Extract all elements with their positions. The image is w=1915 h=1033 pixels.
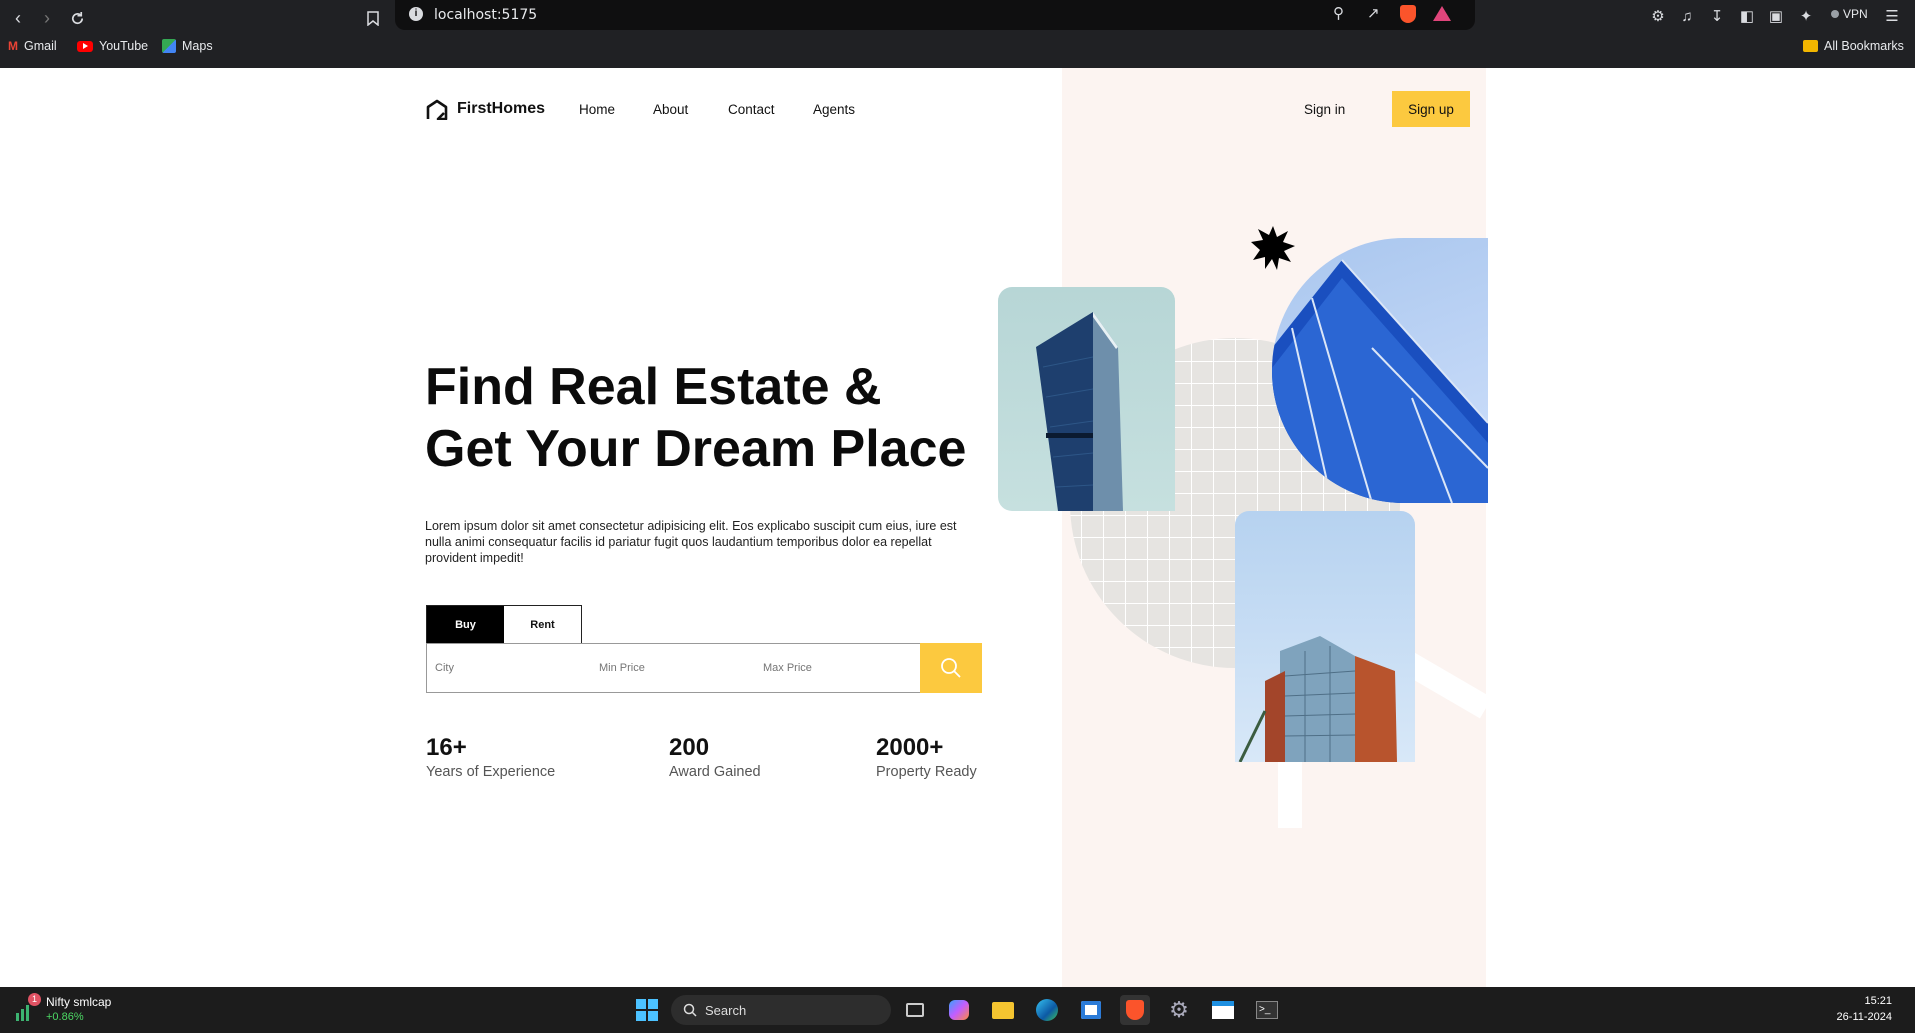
zoom-icon[interactable]: ⚲ — [1333, 4, 1344, 22]
app-window-icon[interactable] — [1208, 995, 1238, 1025]
building-photo-brick — [1235, 511, 1415, 762]
sign-in-link[interactable]: Sign in — [1304, 102, 1345, 117]
brave-taskbar-icon[interactable] — [1120, 995, 1150, 1025]
search-tabs: Buy Rent — [426, 605, 582, 643]
stat-value: 200 — [669, 734, 710, 761]
clock-time[interactable]: 15:21 — [1828, 995, 1892, 1007]
stat-value: 2000+ — [876, 734, 944, 761]
widget-title[interactable]: Nifty smlcap — [46, 995, 111, 1009]
extensions-icon[interactable]: ⚙ — [1646, 4, 1670, 28]
bookmark-maps[interactable]: Maps — [162, 39, 213, 53]
hero-headline: Find Real Estate & Get Your Dream Place — [425, 356, 1045, 480]
gmail-icon: M — [8, 39, 18, 53]
brave-rewards-icon[interactable] — [1433, 6, 1451, 21]
property-search-bar — [426, 643, 982, 693]
folder-icon — [1803, 40, 1818, 52]
max-price-input[interactable] — [755, 644, 919, 692]
url-text[interactable]: localhost:5175 — [434, 7, 537, 23]
search-icon — [683, 1003, 697, 1017]
share-icon[interactable]: ↗ — [1367, 4, 1380, 22]
bookmark-label: YouTube — [99, 39, 149, 53]
brand-name: FirstHomes — [457, 100, 546, 117]
search-icon — [941, 658, 961, 678]
site-info-icon[interactable]: i — [409, 7, 423, 21]
forward-icon[interactable]: › — [34, 5, 60, 31]
stat-value: 16+ — [426, 734, 467, 761]
bookmark-label: Gmail — [24, 39, 57, 53]
web-page: FirstHomes Home About Contact Agents Sig… — [0, 68, 1915, 987]
file-explorer-icon[interactable] — [988, 995, 1018, 1025]
windows-taskbar: 1 Nifty smlcap +0.86% Search ⚙ >_ 15:21 … — [0, 987, 1915, 1033]
tab-buy[interactable]: Buy — [427, 606, 504, 643]
vpn-status-icon — [1831, 10, 1839, 18]
min-price-input[interactable] — [591, 644, 755, 692]
address-bar[interactable]: i localhost:5175 ⚲ ↗ — [395, 0, 1475, 30]
stat-label: Years of Experience — [426, 764, 556, 780]
taskbar-search[interactable]: Search — [671, 995, 891, 1025]
clock-date[interactable]: 26-11-2024 — [1818, 1011, 1892, 1023]
search-button[interactable] — [920, 643, 982, 693]
bookmark-icon[interactable] — [360, 5, 386, 31]
stock-widget-icon[interactable]: 1 — [14, 993, 42, 1023]
stat-experience: 16+ Years of Experience — [426, 734, 555, 780]
browser-chrome: ‹ › i localhost:5175 ⚲ ↗ ⚙ ♫ ↧ ◧ ▣ ✦ VPN… — [0, 0, 1915, 68]
tab-rent[interactable]: Rent — [504, 606, 581, 643]
vpn-label: VPN — [1843, 7, 1868, 21]
terminal-icon[interactable]: >_ — [1252, 995, 1282, 1025]
hero-description: Lorem ipsum dolor sit amet consectetur a… — [425, 519, 957, 565]
copilot-icon[interactable] — [944, 995, 974, 1025]
windows-start-icon[interactable] — [632, 995, 662, 1025]
widget-badge: 1 — [28, 993, 41, 1006]
vpn-button[interactable]: VPN — [1831, 7, 1868, 21]
store-icon[interactable] — [1076, 995, 1106, 1025]
back-icon[interactable]: ‹ — [5, 5, 31, 31]
media-icon[interactable]: ♫ — [1675, 4, 1699, 28]
home-logo-icon — [426, 99, 448, 120]
sign-up-button[interactable]: Sign up — [1392, 91, 1470, 127]
download-icon[interactable]: ↧ — [1705, 4, 1729, 28]
stat-label: Property Ready — [876, 764, 977, 780]
nav-home[interactable]: Home — [579, 102, 615, 117]
stat-label: Award Gained — [669, 764, 761, 780]
nav-about[interactable]: About — [653, 102, 688, 117]
reload-icon[interactable] — [64, 5, 90, 31]
all-bookmarks-label: All Bookmarks — [1824, 39, 1904, 53]
wallet-icon[interactable]: ▣ — [1764, 4, 1788, 28]
bookmark-youtube[interactable]: YouTube — [77, 39, 148, 53]
sidebar-icon[interactable]: ◧ — [1735, 4, 1759, 28]
all-bookmarks[interactable]: All Bookmarks — [1803, 39, 1904, 53]
brand-logo[interactable]: FirstHomes — [425, 98, 545, 120]
menu-icon[interactable]: ☰ — [1880, 4, 1904, 28]
headline-line-1: Find Real Estate & — [425, 358, 882, 416]
headline-line-2: Get Your Dream Place — [425, 420, 967, 478]
stat-awards: 200 Award Gained — [669, 734, 761, 780]
nav-agents[interactable]: Agents — [813, 102, 855, 117]
stat-properties: 2000+ Property Ready — [876, 734, 977, 780]
bookmark-label: Maps — [182, 39, 213, 53]
task-view-icon[interactable] — [900, 995, 930, 1025]
nav-contact[interactable]: Contact — [728, 102, 775, 117]
taskbar-search-label: Search — [705, 1002, 747, 1018]
city-input[interactable] — [427, 644, 591, 692]
youtube-icon — [77, 40, 93, 52]
starburst-icon — [1251, 226, 1295, 270]
edge-icon[interactable] — [1032, 995, 1062, 1025]
widget-value: +0.86% — [46, 1011, 84, 1023]
settings-icon[interactable]: ⚙ — [1164, 995, 1194, 1025]
leo-ai-icon[interactable]: ✦ — [1794, 4, 1818, 28]
brave-shields-icon[interactable] — [1400, 5, 1416, 23]
bookmark-gmail[interactable]: M Gmail — [8, 39, 57, 53]
maps-icon — [162, 39, 176, 53]
